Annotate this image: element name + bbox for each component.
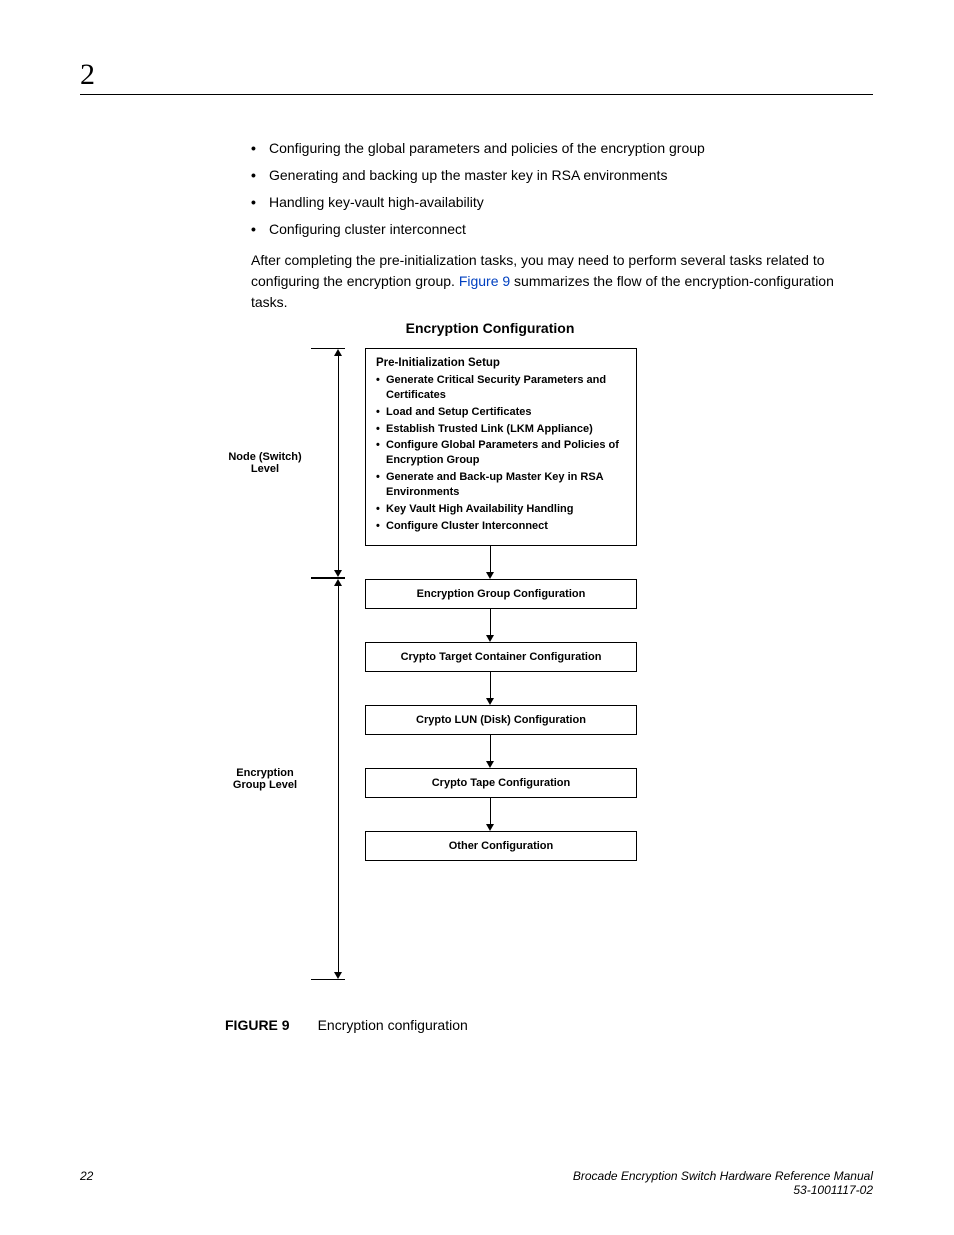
list-item: Generate Critical Security Parameters an… [376, 373, 626, 403]
diagram-title: Encryption Configuration [340, 320, 640, 336]
arrow-down-icon [486, 572, 494, 579]
flow-arrow [365, 672, 615, 705]
flow-arrow [365, 609, 615, 642]
arrow-down-icon [486, 761, 494, 768]
list-item: Handling key-vault high-availability [251, 192, 873, 213]
doc-number: 53-1001117-02 [573, 1183, 873, 1197]
arrow-down-icon [334, 972, 342, 979]
preinit-list: Generate Critical Security Parameters an… [376, 373, 626, 533]
page-number: 22 [80, 1169, 93, 1197]
figure-caption-text: Encryption configuration [318, 1017, 468, 1033]
vertical-line [338, 356, 339, 570]
arrow-up-icon [334, 579, 342, 586]
level-label-group: Encryption Group Level [225, 767, 311, 791]
arrow-down-icon [486, 824, 494, 831]
bracket-bottom [311, 979, 345, 980]
level-arrow [331, 579, 345, 979]
diagram-box: Crypto LUN (Disk) Configuration [365, 705, 637, 735]
footer-right: Brocade Encryption Switch Hardware Refer… [573, 1169, 873, 1197]
list-item: Configuring cluster interconnect [251, 219, 873, 240]
manual-title: Brocade Encryption Switch Hardware Refer… [573, 1169, 873, 1183]
level-column: Node (Switch) Level Encryption Group Lev… [225, 348, 345, 980]
list-item: Generating and backing up the master key… [251, 165, 873, 186]
flow-arrow [365, 798, 615, 831]
list-item: Configure Cluster Interconnect [376, 519, 626, 534]
diagram-box: Encryption Group Configuration [365, 579, 637, 609]
diagram: Encryption Configuration Node (Switch) L… [225, 320, 655, 980]
arrow-up-icon [334, 349, 342, 356]
flow-arrow [365, 735, 615, 768]
page-footer: 22 Brocade Encryption Switch Hardware Re… [80, 1169, 873, 1197]
paragraph: After completing the pre-initialization … [251, 250, 873, 313]
list-item: Establish Trusted Link (LKM Appliance) [376, 422, 626, 437]
flow-arrow [365, 546, 615, 579]
level-range-group: Encryption Group Level [225, 578, 345, 980]
diagram-box: Other Configuration [365, 831, 637, 861]
level-label-node: Node (Switch) Level [225, 451, 311, 475]
arrow-down-icon [334, 570, 342, 577]
figure-caption: FIGURE 9 Encryption configuration [225, 1017, 468, 1033]
list-item: Configure Global Parameters and Policies… [376, 438, 626, 468]
figure-label: FIGURE 9 [225, 1017, 290, 1033]
vertical-line [338, 586, 339, 972]
diagram-box: Crypto Tape Configuration [365, 768, 637, 798]
list-item: Key Vault High Availability Handling [376, 502, 626, 517]
diagram-box: Crypto Target Container Configuration [365, 642, 637, 672]
list-item: Configuring the global parameters and po… [251, 138, 873, 159]
arrow-down-icon [486, 635, 494, 642]
list-item: Generate and Back-up Master Key in RSA E… [376, 470, 626, 500]
preinit-box: Pre-Initialization Setup Generate Critic… [365, 348, 637, 546]
preinit-heading: Pre-Initialization Setup [376, 357, 626, 369]
header-rule [80, 94, 873, 95]
level-arrow [331, 349, 345, 577]
list-item: Load and Setup Certificates [376, 405, 626, 420]
arrow-down-icon [486, 698, 494, 705]
chapter-number: 2 [80, 58, 95, 92]
body-content: Configuring the global parameters and po… [251, 138, 873, 313]
task-bullet-list: Configuring the global parameters and po… [251, 138, 873, 240]
figure-link[interactable]: Figure 9 [459, 273, 510, 289]
level-range-node: Node (Switch) Level [225, 348, 345, 578]
boxes-column: Pre-Initialization Setup Generate Critic… [345, 348, 655, 980]
